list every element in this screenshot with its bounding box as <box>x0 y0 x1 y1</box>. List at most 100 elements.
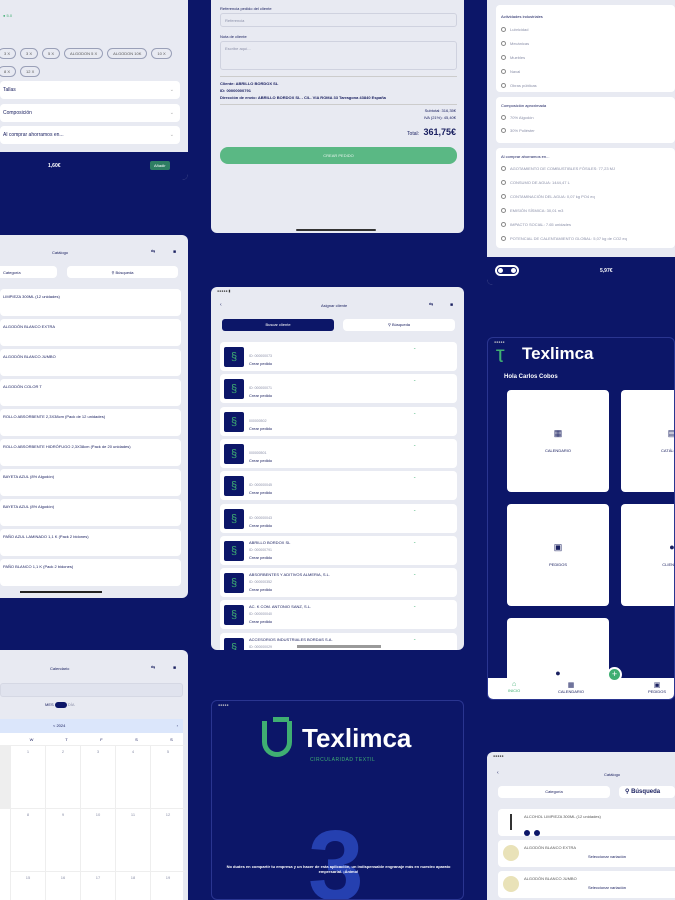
calendar-day[interactable]: 12 <box>150 808 185 871</box>
client-row[interactable]: § 000000502 Crear pedido ⌄ <box>220 406 457 436</box>
tab-search[interactable]: ⚲ Búsqueda <box>343 319 455 331</box>
nav-orders[interactable]: ▣ PEDIDOS <box>648 681 666 694</box>
add-button[interactable]: Añadir <box>150 161 170 170</box>
client-row[interactable]: § ABRILLO BORDOX SL ID: 000000791 Crear … <box>220 535 457 565</box>
calendar-day[interactable]: 15 <box>10 871 45 900</box>
reference-input[interactable]: Referencia <box>220 13 457 27</box>
select-variation-link[interactable]: Seleccionar variación <box>588 885 626 890</box>
search-tab[interactable]: ⚲ Búsqueda <box>619 786 675 798</box>
client-row[interactable]: § 000000501 Crear pedido ⌄ <box>220 438 457 468</box>
create-order-link[interactable]: Crear pedido <box>249 619 272 624</box>
month-header[interactable]: < 2024 › <box>0 719 183 733</box>
create-order-link[interactable]: Crear pedido <box>249 555 272 560</box>
calendar-day[interactable]: 8 <box>10 808 45 871</box>
create-order-link[interactable]: Crear pedido <box>249 523 272 528</box>
view-toggle[interactable]: MES DÍA <box>45 702 75 708</box>
create-order-link[interactable]: Crear pedido <box>249 458 272 463</box>
dropdown-composition[interactable]: Composición ⌄ <box>0 104 180 122</box>
calendar-day[interactable]: 17 <box>80 871 115 900</box>
chevron-down-icon[interactable]: ⌄ <box>413 603 416 608</box>
quantity-stepper[interactable] <box>524 823 541 841</box>
product-row[interactable]: ALGODÓN COLOR T <box>0 379 181 406</box>
create-order-link[interactable]: Crear pedido <box>249 393 272 398</box>
dropdown-sizes[interactable]: Tallas ⌄ <box>0 81 180 99</box>
chevron-down-icon[interactable]: ⌄ <box>413 571 416 576</box>
client-row[interactable]: § ID: 000000073 Crear pedido ⌄ <box>220 342 457 371</box>
calendar-day[interactable]: 9 <box>45 808 80 871</box>
chevron-down-icon[interactable]: ⌄ <box>413 345 416 350</box>
product-row[interactable]: ALGODÓN BLANCO EXTRA Seleccionar variaci… <box>498 840 675 867</box>
client-row[interactable]: § ABSORBENTES Y ADITIVOS ALMERIA, S.L. I… <box>220 568 457 598</box>
home-tile[interactable]: ● CLIENTES <box>621 504 674 606</box>
chip[interactable]: 5 X <box>42 48 61 59</box>
product-row[interactable]: BAYETA AZUL (8% Algodón) <box>0 499 181 526</box>
chevron-down-icon[interactable]: ⌄ <box>413 442 416 447</box>
create-order-link[interactable]: Crear pedido <box>249 490 272 495</box>
calendar-day[interactable]: 1 <box>10 745 45 808</box>
client-row[interactable]: § AC. K COM. ANTONIO SANZ, S.L. ID: 0000… <box>220 600 457 630</box>
chevron-down-icon[interactable]: ⌄ <box>413 636 416 641</box>
client-row[interactable]: § ID: 000000043 Crear pedido ⌄ <box>220 503 457 533</box>
back-icon[interactable]: ‹ <box>497 770 499 776</box>
bag-icon[interactable]: ■ <box>173 249 176 255</box>
calendar-day[interactable]: 4 <box>115 745 150 808</box>
chevron-down-icon[interactable]: ⌄ <box>413 474 416 479</box>
product-row[interactable]: PAÑO AZUL LAMINADO 1,1 K (Pack 2 bidones… <box>0 529 181 556</box>
client-row[interactable]: § ID: 000000045 Crear pedido ⌄ <box>220 471 457 501</box>
bag-icon[interactable]: ■ <box>450 302 453 308</box>
select-variation-link[interactable]: Seleccionar variación <box>588 854 626 859</box>
calendar-day[interactable]: 16 <box>45 871 80 900</box>
cart-switch-icon[interactable]: ⇆ <box>151 665 155 671</box>
filter-input[interactable] <box>0 683 183 697</box>
calendar-day[interactable]: 2 <box>45 745 80 808</box>
product-row[interactable]: BAYETA AZUL (8% Algodón) <box>0 469 181 496</box>
chip[interactable]: 12 X <box>20 66 41 77</box>
product-row[interactable]: ALGODÓN BLANCO JUMBO <box>0 349 181 376</box>
bag-icon[interactable]: ■ <box>173 665 176 671</box>
home-tile[interactable]: ▣ PEDIDOS <box>507 504 609 606</box>
product-row[interactable]: ALGODÓN BLANCO JUMBO Seleccionar variaci… <box>498 871 675 898</box>
search-tab[interactable]: ⚲ Búsqueda <box>67 266 178 278</box>
product-row[interactable]: PAÑO BLANCO 1,1 K (Pack 2 bidones) <box>0 559 181 586</box>
home-tile[interactable]: ▦ CALENDARIO <box>507 390 609 492</box>
create-order-link[interactable]: Crear pedido <box>249 587 272 592</box>
add-fab[interactable]: + <box>607 667 622 682</box>
chevron-down-icon[interactable]: ⌄ <box>413 410 416 415</box>
product-row[interactable]: LIMPIEZA 300ML (12 unidades) <box>0 289 181 316</box>
calendar-day[interactable]: 10 <box>80 808 115 871</box>
nav-home[interactable]: ⌂ INICIO <box>508 681 520 693</box>
chip[interactable]: 10 X <box>151 48 172 59</box>
product-row[interactable]: ALGODÓN BLANCO EXTRA <box>0 319 181 346</box>
calendar-day[interactable]: 18 <box>115 871 150 900</box>
create-order-link[interactable]: Crear pedido <box>249 426 272 431</box>
product-row[interactable]: ROLLO ABSORBENTE 2,3X38cm (Pack de 12 un… <box>0 409 181 436</box>
product-row[interactable]: ALCOHOL LIMPIEZA 300ML (12 unidades) <box>498 809 675 836</box>
category-tab[interactable]: Categoría <box>498 786 610 798</box>
home-tile[interactable]: ▤ CATÁLOGO <box>621 390 674 492</box>
nav-calendar[interactable]: ▦ CALENDARIO <box>558 681 584 694</box>
back-icon[interactable]: ‹ <box>220 302 222 308</box>
tab-find-client[interactable]: Buscar cliente <box>222 319 334 331</box>
chip[interactable]: 8 X <box>0 66 17 77</box>
dropdown-savings[interactable]: Al comprar ahorramos en... ⌄ <box>0 126 180 144</box>
chip[interactable]: ALGODON 5 X <box>64 48 104 59</box>
category-tab[interactable]: Categoría <box>0 266 57 278</box>
product-row[interactable]: ROLLO ABSORBENTE HIDRÓFUGO 2,3X38cm (Pac… <box>0 439 181 466</box>
create-order-button[interactable]: CREAR PEDIDO <box>220 147 457 164</box>
notes-input[interactable]: Escribe aquí... <box>220 41 457 70</box>
calendar-day[interactable]: 11 <box>115 808 150 871</box>
chevron-down-icon[interactable]: ⌄ <box>413 377 416 382</box>
chip[interactable]: 3 X <box>20 48 39 59</box>
chip[interactable]: 3 X <box>0 48 17 59</box>
calendar-day[interactable]: 19 <box>150 871 185 900</box>
cart-switch-icon[interactable]: ⇆ <box>151 249 155 255</box>
create-order-link[interactable]: Crear pedido <box>249 361 272 366</box>
cart-switch-icon[interactable]: ⇆ <box>429 302 433 308</box>
calendar-day[interactable]: 3 <box>80 745 115 808</box>
chevron-down-icon[interactable]: ⌄ <box>413 539 416 544</box>
chevron-down-icon[interactable]: ⌄ <box>413 507 416 512</box>
calendar-day[interactable]: 5 <box>150 745 185 808</box>
client-row[interactable]: § ID: 000000071 Crear pedido ⌄ <box>220 374 457 404</box>
quantity-stepper[interactable] <box>495 265 519 276</box>
chip[interactable]: ALGODON 10K <box>107 48 148 59</box>
